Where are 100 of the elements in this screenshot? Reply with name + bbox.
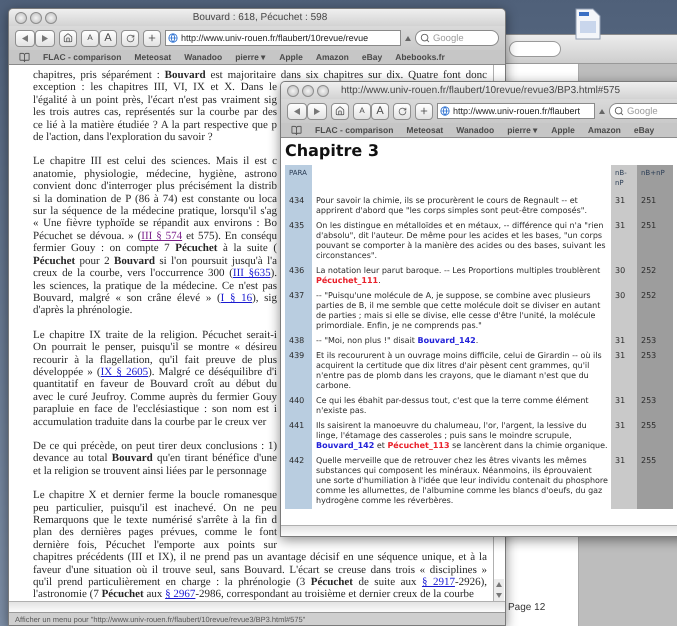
name-link[interactable]: Pécuchet_113 <box>387 441 450 450</box>
bookmark-link[interactable]: Meteosat <box>134 52 172 62</box>
zoom-button[interactable] <box>45 12 57 24</box>
text-line: On pourrait le penser, puisqu'il se montre « désireu <box>33 341 277 354</box>
text-line: avec le curé Jeufroy. Comme auprès du fermier Gouy <box>33 390 277 404</box>
table-cell: Ce qui les ébahit par-dessus tout, c'est que la terre comme élément n'existe pas. <box>312 394 611 419</box>
zoom-button[interactable] <box>317 84 329 96</box>
table-cell: Pour savoir la chimie, ils se procurèrent le cours de Regnault -- et apprirent d'abord que "les corps simples sont peut-être composés". <box>312 194 611 219</box>
bookmark-link[interactable]: eBay <box>362 52 382 62</box>
table-cell: 441 <box>285 419 312 454</box>
name-link[interactable]: Pécuchet_111 <box>316 276 378 285</box>
bookmark-link[interactable]: Amazon <box>316 52 349 62</box>
name-link[interactable]: Bouvard_142 <box>316 441 374 450</box>
text-size-button[interactable]: A <box>371 102 389 120</box>
text-line: chapitres, pris séparément : Bouvard est majoritaire dans six chapitres sur dix. Quatre font donc <box>33 69 487 82</box>
reload-icon <box>398 106 406 116</box>
text-line: Bouvard, malgré « son crâne élevé » (I § 16), sig <box>33 292 277 304</box>
bookmark-link[interactable]: Apple <box>551 125 575 135</box>
dropdown-caret-icon[interactable] <box>405 36 411 40</box>
bookmark-link[interactable]: Wanadoo <box>184 52 222 62</box>
document-icon[interactable] <box>575 8 601 40</box>
minimize-button[interactable] <box>302 84 314 96</box>
link[interactable]: III § 574 <box>141 230 182 242</box>
text-line: Pécuchet se dévoua. » (III § 574 et 575). En conséqu <box>33 230 277 242</box>
text-line: si la domination de P (86 à 74) est constante ou loca <box>33 192 277 206</box>
bookmark-link[interactable]: pierre ▾ <box>235 52 266 62</box>
home-button[interactable] <box>331 102 349 120</box>
page-label: Page 12 <box>508 602 546 613</box>
address-field[interactable]: http://www.univ-rouen.fr/flaubert/10revue/revue <box>165 30 401 46</box>
search-icon <box>420 33 430 43</box>
link[interactable]: III §635 <box>232 267 271 280</box>
home-button[interactable] <box>59 30 77 46</box>
text-line: convient donc d'interroger plus précisément la distrib <box>33 180 277 193</box>
bookmark-link[interactable]: pierre ▾ <box>507 125 538 135</box>
window-title: Bouvard : 618, Pécuchet : 598 <box>192 12 328 23</box>
add-bookmark-button[interactable] <box>415 102 433 120</box>
address-field[interactable]: http://www.univ-rouen.fr/flaubert <box>437 103 595 119</box>
table-cell: 31 <box>611 219 637 264</box>
table-cell: 255 <box>637 454 673 509</box>
text-line: Le chapitre X et dernier ferme la boucle romanesque <box>33 489 277 502</box>
forward-button[interactable] <box>307 102 327 120</box>
bookmark-link[interactable]: FLAC - comparison <box>43 52 122 62</box>
text-line: peu particulier, puisqu'il est inachevé. On ne peu <box>33 502 277 514</box>
back-arrow-icon <box>294 108 300 114</box>
table-cell: Quelle merveille que de retrouver chez les êtres vivants les mêmes substances qui composent les minéraux. Néanmoins, ils éprouvaient une sorte d'humiliation à l'idée que leur individu contenait du phosphore comme les allumettes, de l'albumine comme les blancs d'oeufs, du gaz hydrogène comme les réverbères. <box>312 454 611 509</box>
add-bookmark-button[interactable] <box>143 30 161 46</box>
text-line: ce lié à la matière étudiée ? A la part respective que p <box>33 118 277 132</box>
text-line: chapitres précédents (III et IX), il ne prend pas un avantage décisif en une séquence unique, et à la <box>33 551 487 564</box>
scroll-arrows[interactable] <box>494 579 504 601</box>
book-icon[interactable] <box>291 124 302 136</box>
bookmark-link[interactable]: Apple <box>279 52 303 62</box>
minimize-button[interactable] <box>30 12 42 24</box>
text-line: creux de la courbe, vers l'occurrence 300 (III §635). <box>33 267 277 280</box>
table-cell: 31 <box>611 349 637 394</box>
bookmark-link[interactable]: Meteosat <box>406 125 444 135</box>
table-cell: 438 <box>285 334 312 349</box>
text-size-button[interactable]: A <box>81 30 99 46</box>
field <box>509 41 561 57</box>
page-heading: Chapitre 3 <box>285 141 379 161</box>
table-cell: 252 <box>637 264 673 289</box>
link[interactable]: § 2917 <box>422 576 455 588</box>
bookmark-link[interactable]: Abebooks.fr <box>395 52 445 62</box>
text-line: l'égalité à un point près, l'écart n'est pas vraiment sig <box>33 94 277 106</box>
scrollbar[interactable] <box>9 601 505 612</box>
table-cell: 31 <box>611 394 637 419</box>
table-cell: -- "Moi, non plus !" disait Bouvard_142. <box>312 334 611 349</box>
text-size-button[interactable]: A <box>99 30 117 46</box>
bookmark-link[interactable]: eBay <box>634 125 654 135</box>
link[interactable]: I § 16 <box>220 292 252 304</box>
search-field[interactable]: Google <box>415 30 499 46</box>
text-line: « Une fièvre typhoïde se répandit aux environs : Bo <box>33 217 277 230</box>
dropdown-caret-icon[interactable] <box>599 108 605 114</box>
forward-button[interactable] <box>35 30 55 46</box>
text-size-button[interactable]: A <box>353 102 371 120</box>
search-field[interactable]: Google <box>609 103 677 119</box>
home-icon <box>63 33 73 43</box>
back-button[interactable] <box>15 30 35 46</box>
table-cell: Et ils recoururent à un ouvrage moins difficile, celui de Girardin -- où ils acquirent la certitude que dix litres d'air pèsent cent grammes, qu'il n'entre pas de plomb dans les crayons, que le diamant n'est que du carbone. <box>312 349 611 394</box>
bookmark-link[interactable]: Wanadoo <box>456 125 494 135</box>
text-line: devance au total Bouvard qu'en tirant bénéfice d'une <box>33 452 277 465</box>
back-arrow-icon <box>22 34 28 42</box>
reload-button[interactable] <box>393 102 411 120</box>
globe-icon <box>168 33 178 43</box>
bookmark-link[interactable]: Amazon <box>588 125 621 135</box>
reload-button[interactable] <box>121 30 139 46</box>
bookmark-link[interactable]: FLAC - comparison <box>315 125 394 135</box>
link[interactable]: IX § 2605 <box>100 366 148 378</box>
scrollbar[interactable] <box>281 525 677 536</box>
text-line: Pécuchet pour 2 Bouvard si l'on poursuit jusqu'à l'a <box>33 254 277 268</box>
link[interactable]: § 2967 <box>165 588 196 600</box>
name-link[interactable]: Bouvard_142 <box>417 336 476 345</box>
back-button[interactable] <box>287 102 307 120</box>
book-icon[interactable] <box>19 52 30 62</box>
text-line: fermier Gouy : on compte 7 Pécuchet à la suite ( <box>33 242 277 255</box>
table-cell: 253 <box>637 349 673 394</box>
close-button[interactable] <box>15 12 27 24</box>
close-button[interactable] <box>287 84 299 96</box>
table-cell: La notation leur parut baroque. -- Les Proportions multiples troublèrent Pécuchet_111. <box>312 264 611 289</box>
text-line: Remarquons que le texte numérisé s'arrête à la fin d <box>33 514 277 526</box>
table-cell: Ils saisirent la manoeuvre du chalumeau, l'or, l'argent, la lessive du linge, l'étamage des casseroles ; puis sans le moindre scrupule, Bouvard_142 et Pécuchet_113 se lancèrent dans la chimie organique. <box>312 419 611 454</box>
